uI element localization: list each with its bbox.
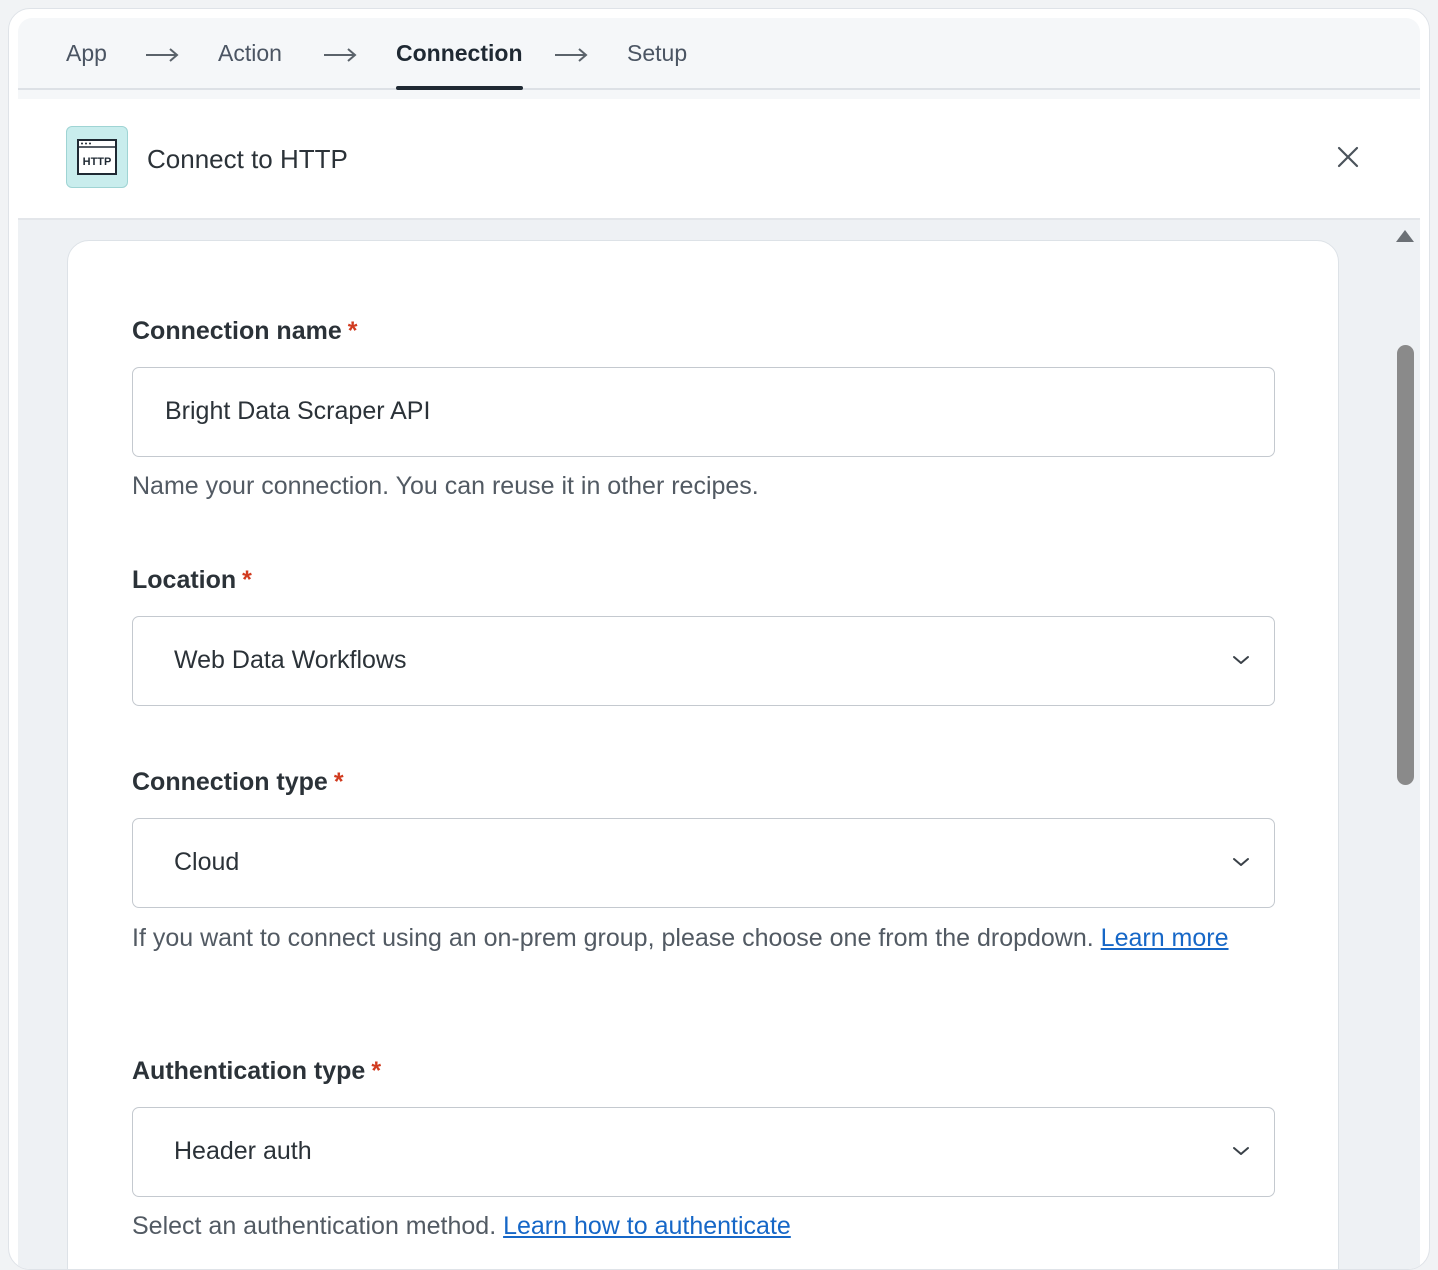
required-marker: * — [242, 566, 252, 594]
location-label-text: Location — [132, 566, 237, 594]
step-setup[interactable]: Setup — [627, 40, 687, 88]
learn-how-to-authenticate-link[interactable]: Learn how to authenticate — [503, 1212, 791, 1240]
required-marker: * — [347, 317, 358, 345]
chevron-down-icon — [1233, 656, 1249, 664]
dialog-panel: App Action Connection Setup HTTP Connect… — [18, 18, 1420, 1269]
step-action[interactable]: Action — [218, 40, 282, 88]
connection-type-label: Connection type * — [132, 768, 344, 797]
http-icon-text: HTTP — [83, 156, 112, 168]
http-app-icon: HTTP — [66, 126, 128, 188]
connection-form-card: Connection name * Bright Data Scraper API… — [67, 240, 1339, 1269]
scrollbar-thumb[interactable] — [1397, 345, 1414, 785]
authentication-type-select[interactable]: Header auth — [132, 1107, 1275, 1197]
location-value: Web Data Workflows — [174, 646, 407, 674]
step-app[interactable]: App — [66, 40, 107, 88]
connection-type-hint: If you want to connect using an on-prem … — [132, 919, 1282, 958]
dialog-header: HTTP Connect to HTTP — [18, 99, 1420, 220]
close-icon[interactable] — [1336, 145, 1360, 169]
connection-type-label-text: Connection type — [132, 768, 328, 796]
authentication-type-value: Header auth — [174, 1137, 312, 1165]
arrow-right-icon — [146, 48, 179, 62]
chevron-down-icon — [1233, 1147, 1249, 1155]
connection-name-label: Connection name * — [132, 317, 357, 346]
required-marker: * — [333, 768, 344, 796]
connection-name-input[interactable]: Bright Data Scraper API — [132, 367, 1275, 457]
arrow-right-icon — [324, 48, 357, 62]
step-connection[interactable]: Connection — [396, 40, 523, 90]
authentication-type-hint: Select an authentication method. Learn h… — [132, 1207, 1282, 1246]
http-window-icon: HTTP — [77, 139, 117, 175]
connection-type-value: Cloud — [174, 848, 240, 876]
location-label: Location * — [132, 566, 252, 595]
connection-type-hint-text: If you want to connect using an on-prem … — [132, 924, 1094, 952]
required-marker: * — [371, 1057, 382, 1085]
connection-dialog: App Action Connection Setup HTTP Connect… — [8, 8, 1430, 1270]
arrow-right-icon — [555, 48, 588, 62]
authentication-type-hint-text: Select an authentication method. — [132, 1212, 497, 1240]
authentication-type-label-text: Authentication type — [132, 1057, 366, 1085]
learn-more-link[interactable]: Learn more — [1101, 924, 1229, 952]
connection-name-label-text: Connection name — [132, 317, 342, 345]
location-select[interactable]: Web Data Workflows — [132, 616, 1275, 706]
stepper: App Action Connection Setup — [18, 18, 1420, 90]
connection-name-hint: Name your connection. You can reuse it i… — [132, 472, 759, 500]
connection-name-value: Bright Data Scraper API — [165, 397, 431, 425]
scroll-up-arrow-icon[interactable] — [1396, 230, 1414, 242]
authentication-type-label: Authentication type * — [132, 1057, 381, 1086]
dialog-title: Connect to HTTP — [147, 144, 348, 174]
connection-type-select[interactable]: Cloud — [132, 818, 1275, 908]
chevron-down-icon — [1233, 858, 1249, 866]
dialog-body: Connection name * Bright Data Scraper API… — [18, 220, 1420, 1269]
